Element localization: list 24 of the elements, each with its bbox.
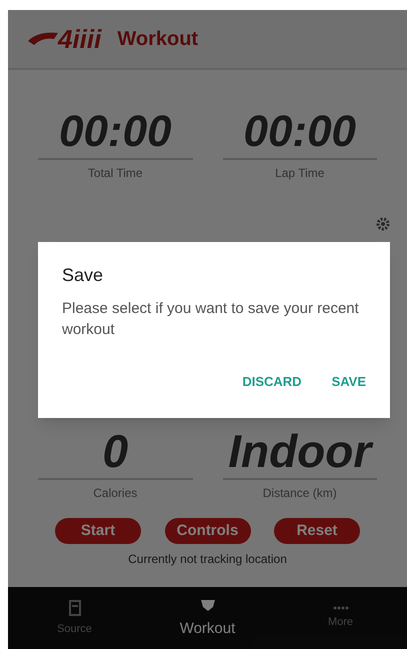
dialog-action[interactable]: DISCARD	[242, 372, 302, 392]
status-text: Currently not tracking location	[127, 551, 288, 568]
action-button[interactable]: Start	[55, 518, 141, 544]
action-button[interactable]: Reset	[274, 518, 360, 544]
stat-value: 00:00	[243, 110, 356, 154]
gear-icon	[375, 216, 391, 232]
stat-value: Indoor	[228, 428, 372, 474]
dialog-action[interactable]: SAVE	[332, 372, 366, 392]
action-button[interactable]: Controls	[164, 518, 250, 544]
stat-label: Calories	[93, 485, 138, 502]
nav-tab[interactable]: Workout	[141, 587, 274, 649]
dialog-title: Save	[62, 264, 104, 287]
stat-label: Lap Time	[275, 165, 324, 182]
stat-value: 0	[102, 428, 128, 474]
stat-label: Total Time	[88, 165, 143, 182]
dialog-message: Please select if you want to save your recent workout	[62, 299, 360, 340]
nav-tab[interactable]: Source	[8, 587, 141, 649]
stat-label: Distance (km)	[262, 485, 337, 502]
logo-swoosh-icon	[28, 31, 58, 47]
nav-tab[interactable]: More	[274, 587, 407, 649]
logo-text: 4iiii	[58, 26, 102, 52]
screen-title: Workout	[117, 27, 198, 52]
more-icon	[332, 606, 348, 610]
stat-value: 00:00	[58, 110, 172, 154]
